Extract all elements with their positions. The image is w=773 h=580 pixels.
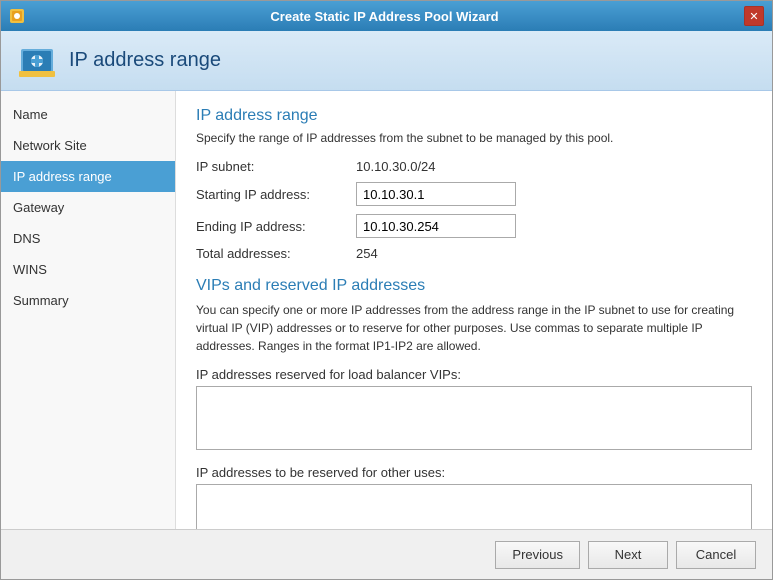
window-title: Create Static IP Address Pool Wizard [25,9,744,24]
section1-desc: Specify the range of IP addresses from t… [196,131,752,145]
ending-ip-input[interactable] [356,214,516,238]
sidebar-item-dns[interactable]: DNS [1,223,175,254]
vips-section: VIPs and reserved IP addresses You can s… [196,277,752,529]
sidebar-item-gateway[interactable]: Gateway [1,192,175,223]
ip-subnet-row: IP subnet: 10.10.30.0/24 [196,159,752,174]
starting-ip-input[interactable] [356,182,516,206]
main-content: IP address range Specify the range of IP… [176,91,772,529]
next-button[interactable]: Next [588,541,668,569]
cancel-button[interactable]: Cancel [676,541,756,569]
section2-desc: You can specify one or more IP addresses… [196,301,752,355]
footer: Previous Next Cancel [1,529,772,579]
close-button[interactable]: ✕ [744,6,764,26]
wizard-window: Create Static IP Address Pool Wizard ✕ I… [0,0,773,580]
section2-title: VIPs and reserved IP addresses [196,277,752,295]
vip-textarea[interactable] [196,386,752,450]
sidebar-item-name[interactable]: Name [1,99,175,130]
content-area: Name Network Site IP address range Gatew… [1,91,772,529]
sidebar-item-network-site[interactable]: Network Site [1,130,175,161]
sidebar-item-ip-address-range[interactable]: IP address range [1,161,175,192]
vip-label: IP addresses reserved for load balancer … [196,367,752,382]
total-addresses-label: Total addresses: [196,246,356,261]
ip-subnet-value: 10.10.30.0/24 [356,159,436,174]
header-title: IP address range [69,49,221,72]
starting-ip-row: Starting IP address: [196,182,752,206]
reserved-textarea[interactable] [196,484,752,529]
section1-title: IP address range [196,107,752,125]
sidebar: Name Network Site IP address range Gatew… [1,91,176,529]
title-bar-icon [9,8,25,24]
ending-ip-label: Ending IP address: [196,219,356,234]
header-icon [17,41,57,81]
ending-ip-row: Ending IP address: [196,214,752,238]
starting-ip-label: Starting IP address: [196,187,356,202]
header-bar: IP address range [1,31,772,91]
reserved-label: IP addresses to be reserved for other us… [196,465,752,480]
sidebar-item-wins[interactable]: WINS [1,254,175,285]
ip-subnet-label: IP subnet: [196,159,356,174]
total-addresses-value: 254 [356,246,378,261]
total-addresses-row: Total addresses: 254 [196,246,752,261]
sidebar-item-summary[interactable]: Summary [1,285,175,316]
title-bar: Create Static IP Address Pool Wizard ✕ [1,1,772,31]
previous-button[interactable]: Previous [495,541,580,569]
